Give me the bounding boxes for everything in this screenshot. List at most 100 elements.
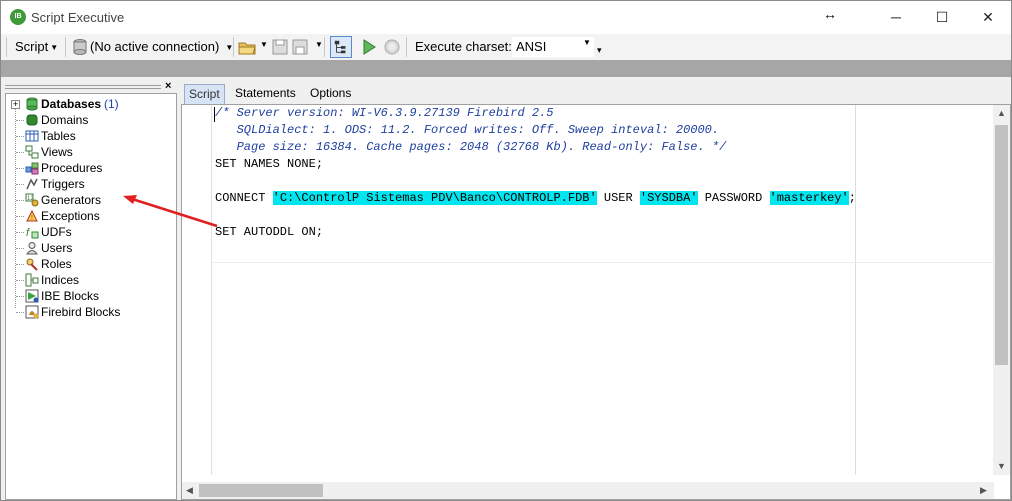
scroll-left-icon[interactable]: ◀ <box>186 485 193 496</box>
horizontal-scroll-thumb[interactable] <box>199 484 323 497</box>
role-icon <box>26 258 38 271</box>
tree-root-label: Databases <box>41 97 102 111</box>
script-menu-button[interactable]: Script ▼ <box>15 37 58 57</box>
view-icon <box>25 145 39 159</box>
script-editor-area: Script Statements Options /* Server vers… <box>181 80 1011 500</box>
save-icon[interactable] <box>271 38 289 56</box>
chevron-down-icon[interactable]: ▼ <box>315 40 323 49</box>
tree-item-ibe-blocks[interactable]: IBE Blocks <box>6 288 176 304</box>
chevron-down-icon[interactable]: ▼ <box>260 40 268 49</box>
tree-item-label: Exceptions <box>41 209 100 223</box>
database-icon <box>26 97 38 111</box>
tree-item-label: Tables <box>41 129 76 143</box>
run-script-icon[interactable] <box>360 38 378 56</box>
sql-editor[interactable]: /* Server version: WI-V6.3.9.27139 Fireb… <box>181 104 1011 500</box>
comment-line: /* Server version: WI-V6.3.9.27139 Fireb… <box>215 106 554 120</box>
database-explorer-panel: × + Databases (1) Domains Tables Views Proc… <box>3 80 177 500</box>
horizontal-scrollbar[interactable]: ◀ ▶ <box>182 482 994 499</box>
code-line-autoddl: SET AUTODDL ON; <box>215 225 324 239</box>
tab-statements[interactable]: Statements <box>231 84 300 104</box>
tree-item-firebird-blocks[interactable]: Firebird Blocks <box>6 304 176 320</box>
tree-item-indices[interactable]: Indices <box>6 272 176 288</box>
scroll-down-icon[interactable]: ▼ <box>997 461 1006 471</box>
tree-connector <box>16 264 24 265</box>
editor-gutter <box>182 105 212 475</box>
tree-view-toggle-button[interactable] <box>330 36 352 58</box>
tree-item-label: Triggers <box>41 177 85 191</box>
tree-connector <box>16 216 24 217</box>
tree-root-databases[interactable]: + Databases (1) <box>6 96 176 112</box>
script-menu-label: Script <box>15 39 49 54</box>
generator-icon: 12 <box>25 193 39 207</box>
execute-charset-select[interactable]: ANSI <box>512 37 594 57</box>
tree-item-tables[interactable]: Tables <box>6 128 176 144</box>
database-tree: + Databases (1) Domains Tables Views Proced… <box>5 93 177 500</box>
minimize-button[interactable]: ─ <box>873 1 919 33</box>
expand-icon[interactable]: + <box>11 100 20 109</box>
tree-connector <box>16 312 24 313</box>
toolbar-bottom-strip <box>1 60 1011 77</box>
tree-item-domains[interactable]: Domains <box>6 112 176 128</box>
resize-cursor-icon: ↔ <box>823 6 837 22</box>
tree-item-label: Roles <box>41 257 72 271</box>
annotation-arrow <box>123 195 218 228</box>
connect-path-string: 'C:\ControlP Sistemas PDV\Banco\CONTROLP… <box>272 191 597 205</box>
panel-grip[interactable] <box>5 85 161 89</box>
scroll-right-icon[interactable]: ▶ <box>980 485 987 496</box>
user-string: 'SYSDBA' <box>639 191 698 205</box>
editor-end-line <box>212 262 994 263</box>
close-button[interactable]: ✕ <box>965 1 1011 33</box>
tab-script[interactable]: Script <box>184 84 225 104</box>
udf-icon: f <box>26 227 39 239</box>
vertical-scrollbar[interactable]: ▲ ▼ <box>993 105 1010 475</box>
table-icon <box>25 130 39 142</box>
firebird-block-icon <box>25 305 39 319</box>
tree-connector <box>16 136 24 137</box>
password-keyword: PASSWORD <box>704 191 763 205</box>
tree-item-users[interactable]: Users <box>6 240 176 256</box>
comment-line: SQLDialect: 1. ODS: 11.2. Forced writes:… <box>215 123 720 137</box>
tree-connector <box>16 200 24 201</box>
connection-selector[interactable]: (No active connection) ▼ <box>90 37 233 57</box>
scroll-up-icon[interactable]: ▲ <box>997 108 1006 118</box>
title-bar: IB Script Executive ↔ ─ ☐ ✕ <box>1 1 1011 35</box>
stop-icon[interactable] <box>383 38 401 56</box>
tree-item-views[interactable]: Views <box>6 144 176 160</box>
tree-item-label: Firebird Blocks <box>41 305 121 319</box>
maximize-button[interactable]: ☐ <box>919 1 965 33</box>
tree-connector <box>16 248 24 249</box>
save-as-icon[interactable] <box>291 38 309 56</box>
window-title: Script Executive <box>31 10 125 25</box>
tree-item-label: UDFs <box>41 225 72 239</box>
index-icon <box>25 273 39 287</box>
tree-item-label: Procedures <box>41 161 103 175</box>
tree-item-roles[interactable]: Roles <box>6 256 176 272</box>
connection-label: (No active connection) <box>90 39 220 54</box>
open-folder-icon[interactable] <box>238 38 256 56</box>
database-connection-icon <box>73 39 87 55</box>
exception-icon: ! <box>26 209 38 222</box>
chevron-down-icon: ▼ <box>50 42 59 52</box>
toolbar-grip <box>6 37 7 57</box>
close-panel-icon[interactable]: × <box>165 80 171 92</box>
svg-text:f: f <box>26 227 30 239</box>
tree-item-label: Indices <box>41 273 80 287</box>
tree-connector <box>16 232 24 233</box>
toolbar-overflow-icon[interactable]: ▾ <box>597 45 602 56</box>
tree-connector <box>16 184 24 185</box>
chevron-down-icon[interactable]: ▼ <box>583 38 591 47</box>
tree-item-label: IBE Blocks <box>41 289 100 303</box>
toolbar-separator <box>65 37 66 57</box>
tree-connector <box>16 280 24 281</box>
charset-value: ANSI <box>516 39 547 54</box>
tree-connector <box>16 168 24 169</box>
sql-code[interactable]: /* Server version: WI-V6.3.9.27139 Fireb… <box>215 105 995 241</box>
tree-item-label: Domains <box>41 113 89 127</box>
connect-keyword: CONNECT <box>215 191 266 205</box>
tree-structure-icon <box>334 40 346 54</box>
vertical-scroll-thumb[interactable] <box>995 125 1008 365</box>
tree-item-procedures[interactable]: Procedures <box>6 160 176 176</box>
toolbar-separator <box>233 37 234 57</box>
tree-item-label: Users <box>41 241 73 255</box>
tab-options[interactable]: Options <box>306 84 355 104</box>
